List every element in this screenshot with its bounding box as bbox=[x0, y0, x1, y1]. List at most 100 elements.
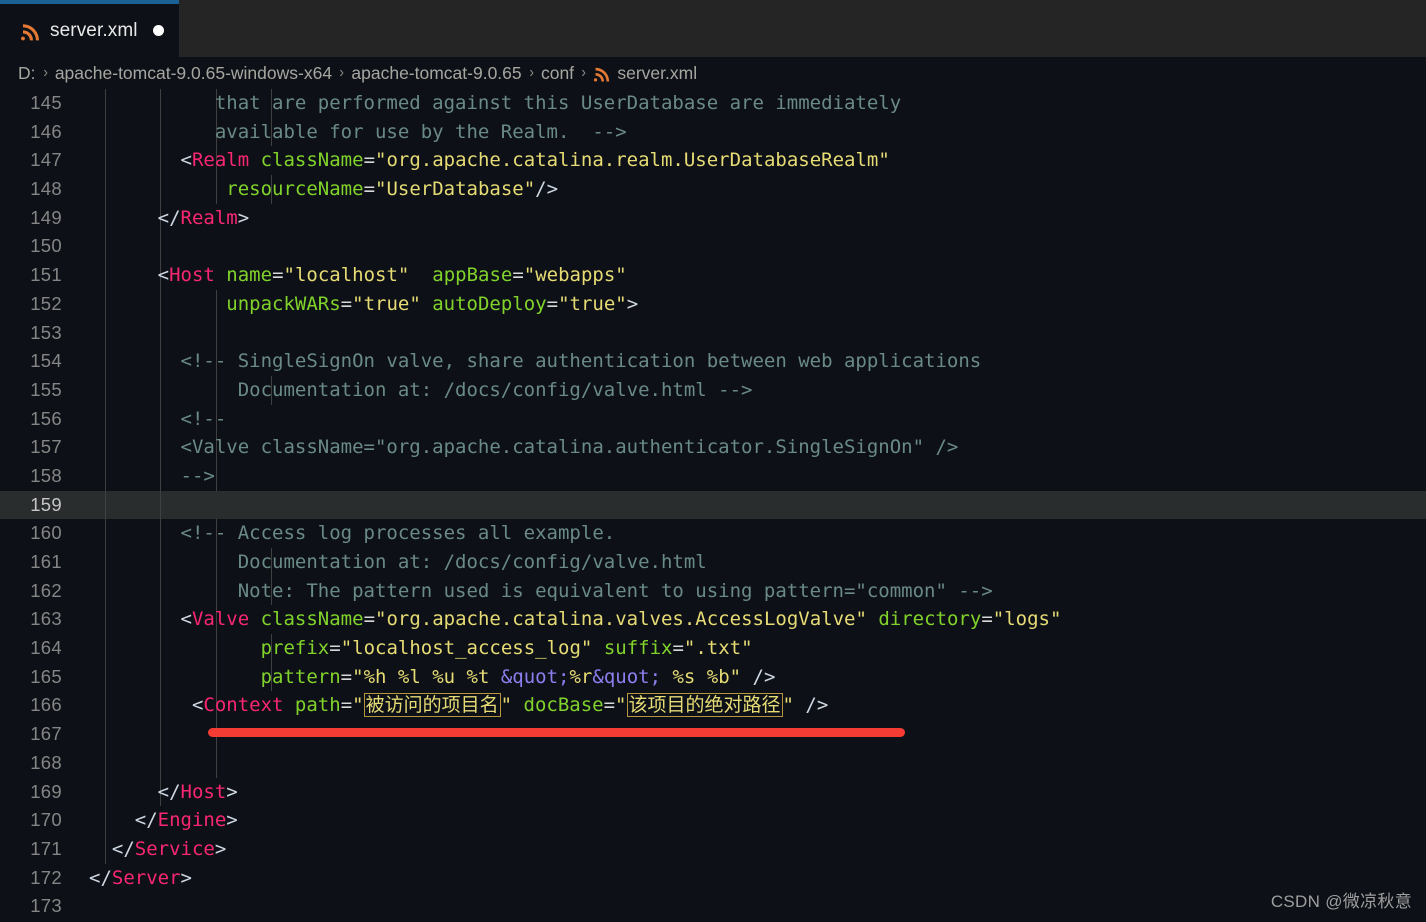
line-text: <!-- bbox=[89, 405, 227, 434]
code-token: " bbox=[352, 694, 364, 717]
line-text: </Service> bbox=[89, 835, 226, 864]
code-line[interactable]: 171 </Service> bbox=[0, 834, 1426, 864]
code-editor[interactable]: 145 that are performed against this User… bbox=[0, 89, 1426, 922]
breadcrumb-item-folder-1[interactable]: apache-tomcat-9.0.65-windows-x64 bbox=[55, 63, 332, 84]
breadcrumb-separator: › bbox=[339, 64, 344, 81]
line-text: </Realm> bbox=[89, 204, 250, 233]
code-token: that are performed against this UserData… bbox=[89, 92, 902, 114]
code-line[interactable]: 162 Note: The pattern used is equivalent… bbox=[0, 576, 1426, 606]
code-line[interactable]: 157 <Valve className="org.apache.catalin… bbox=[0, 433, 1426, 462]
breadcrumb-item-drive[interactable]: D: bbox=[18, 63, 36, 84]
code-token: "logs" bbox=[992, 608, 1062, 631]
line-text: <!-- SingleSignOn valve, share authentic… bbox=[89, 347, 982, 376]
line-number: 171 bbox=[30, 837, 62, 859]
code-line[interactable]: 169 </Host> bbox=[0, 777, 1426, 807]
code-line[interactable]: 159 bbox=[0, 490, 1426, 520]
code-token: = bbox=[363, 608, 376, 631]
breadcrumb-item-file[interactable]: server.xml bbox=[617, 63, 697, 84]
breadcrumb-item-folder-3[interactable]: conf bbox=[541, 63, 574, 84]
code-line[interactable]: 149 </Realm> bbox=[0, 203, 1426, 233]
code-token: "webapps" bbox=[523, 264, 627, 287]
line-text: Documentation at: /docs/config/valve.htm… bbox=[89, 548, 707, 577]
indent-guide bbox=[105, 748, 106, 778]
line-text: Note: The pattern used is equivalent to … bbox=[89, 577, 993, 606]
line-text: that are performed against this UserData… bbox=[89, 89, 901, 118]
code-line[interactable]: 170 </Engine> bbox=[0, 806, 1426, 835]
line-text: unpackWARs="true" autoDeploy="true"> bbox=[89, 290, 638, 319]
code-line[interactable]: 168 bbox=[0, 748, 1426, 778]
line-number: 159 bbox=[30, 493, 62, 515]
code-token: = bbox=[340, 292, 353, 315]
code-token: = bbox=[512, 264, 524, 287]
code-token: = bbox=[329, 637, 341, 660]
line-text: <Valve className="org.apache.catalina.va… bbox=[89, 605, 1062, 634]
code-token: = bbox=[672, 637, 684, 660]
line-number: 151 bbox=[30, 264, 62, 286]
line-text: prefix="localhost_access_log" suffix=".t… bbox=[89, 634, 753, 663]
line-number: 166 bbox=[30, 694, 62, 716]
code-line[interactable]: 166 <Context path=" 被访问的项目名 " docBase=" 该项目… bbox=[0, 691, 1426, 721]
code-line[interactable]: 173 bbox=[0, 892, 1426, 921]
code-line[interactable]: 151 <Host name="localhost" appBase="weba… bbox=[0, 261, 1426, 290]
code-line[interactable]: 147 <Realm className="org.apache.catalin… bbox=[0, 146, 1426, 176]
line-text: <Host name="localhost" appBase="webapps" bbox=[89, 261, 627, 290]
code-line[interactable]: 161 Documentation at: /docs/config/valve… bbox=[0, 548, 1426, 577]
code-token: = bbox=[340, 694, 353, 717]
code-token: className bbox=[260, 608, 364, 631]
code-line[interactable]: 158 --> bbox=[0, 461, 1426, 491]
line-number: 150 bbox=[30, 235, 62, 257]
line-text: </Host> bbox=[89, 778, 238, 807]
code-token: < bbox=[89, 694, 204, 717]
code-token: " bbox=[500, 694, 513, 717]
code-line[interactable]: 154 <!-- SingleSignOn valve, share authe… bbox=[0, 347, 1426, 376]
code-line[interactable]: 163 <Valve className="org.apache.catalin… bbox=[0, 605, 1426, 635]
line-number: 146 bbox=[30, 120, 62, 142]
code-token: directory bbox=[878, 608, 982, 631]
placeholder-highlight-box: 被访问的项目名 bbox=[363, 693, 501, 718]
code-token: </ bbox=[89, 206, 181, 229]
code-token: </ bbox=[89, 866, 112, 889]
code-line[interactable]: 155 Documentation at: /docs/config/valve… bbox=[0, 375, 1426, 405]
code-line[interactable]: 156 <!-- bbox=[0, 404, 1426, 434]
code-token: Documentation at: /docs/config/valve.htm… bbox=[89, 378, 753, 401]
code-line[interactable]: 164 prefix="localhost_access_log" suffix… bbox=[0, 634, 1426, 663]
code-line[interactable]: 148 resourceName="UserDatabase"/> bbox=[0, 175, 1426, 204]
breadcrumb-separator: › bbox=[42, 64, 48, 81]
breadcrumb-item-folder-2[interactable]: apache-tomcat-9.0.65 bbox=[351, 63, 521, 84]
code-token: %r bbox=[569, 665, 593, 688]
code-token: </ bbox=[89, 780, 181, 803]
line-text: </Engine> bbox=[89, 806, 238, 835]
code-line[interactable]: 165 pattern="%h %l %u %t &quot;%r&quot; … bbox=[0, 662, 1426, 692]
code-token: Service bbox=[134, 837, 215, 860]
tab-server-xml[interactable]: server.xml bbox=[0, 0, 179, 57]
line-number: 169 bbox=[30, 780, 62, 802]
code-token: = bbox=[272, 264, 284, 287]
code-token: "org.apache.catalina.realm.UserDatabaseR… bbox=[375, 149, 890, 172]
code-line[interactable]: 146 available for use by the Realm. --> bbox=[0, 117, 1426, 147]
code-token: --> bbox=[89, 464, 215, 487]
indent-guide bbox=[105, 232, 106, 262]
code-token: Documentation at: /docs/config/valve.htm… bbox=[89, 551, 707, 573]
line-text: Documentation at: /docs/config/valve.htm… bbox=[89, 376, 753, 405]
code-token: = bbox=[340, 665, 353, 688]
csdn-watermark: CSDN @微凉秋意 bbox=[1270, 892, 1412, 911]
placeholder-highlight-box: 该项目的绝对路径 bbox=[626, 693, 783, 718]
code-token: prefix bbox=[260, 637, 330, 660]
code-line[interactable]: 153 bbox=[0, 318, 1426, 348]
code-line[interactable]: 160 <!-- Access log processes all exampl… bbox=[0, 519, 1426, 548]
line-number: 170 bbox=[30, 809, 62, 831]
line-number: 154 bbox=[30, 350, 62, 372]
breadcrumb-separator: › bbox=[581, 64, 586, 81]
line-number: 157 bbox=[30, 436, 62, 458]
line-number: 164 bbox=[30, 637, 62, 659]
code-line[interactable]: 150 bbox=[0, 232, 1426, 262]
line-number: 160 bbox=[30, 522, 62, 544]
line-number: 158 bbox=[30, 464, 62, 486]
code-line[interactable]: 145 that are performed against this User… bbox=[0, 89, 1426, 118]
code-token: = bbox=[981, 608, 993, 631]
line-number: 173 bbox=[30, 895, 62, 917]
code-line[interactable]: 172 </Server> bbox=[0, 864, 1426, 893]
code-line[interactable]: 152 unpackWARs="true" autoDeploy="true"> bbox=[0, 289, 1426, 319]
